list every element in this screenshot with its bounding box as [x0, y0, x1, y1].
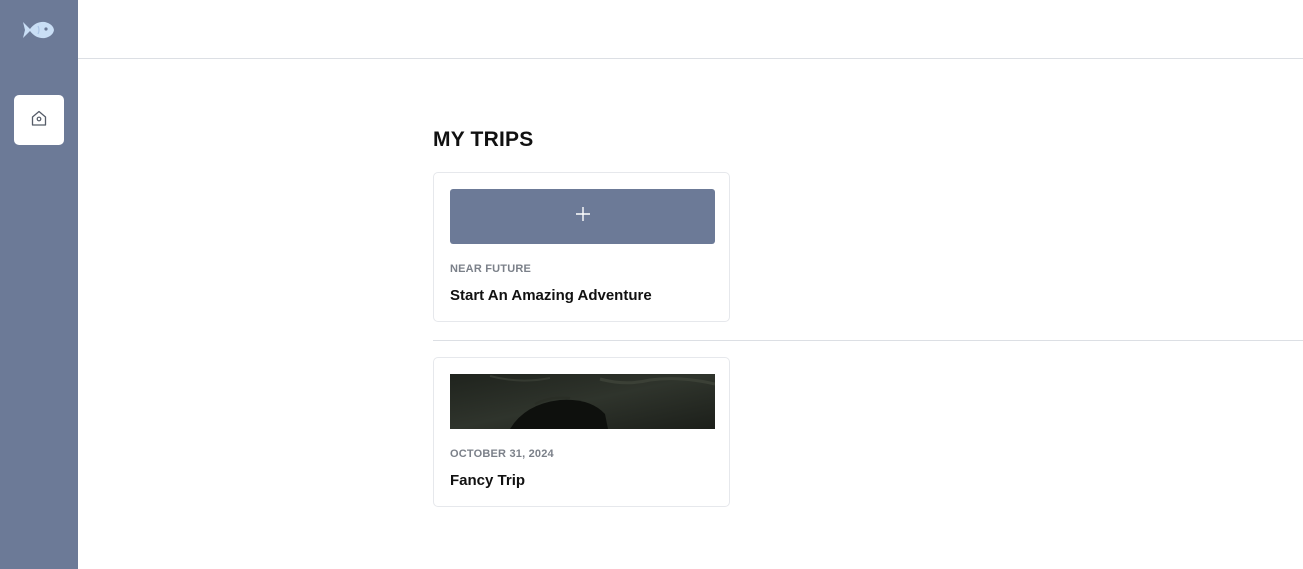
card-title: Fancy Trip: [450, 472, 526, 489]
page-title: MY TRIPS: [433, 128, 534, 151]
trip-cover-image: [450, 374, 715, 429]
home-nav-button[interactable]: [14, 95, 64, 145]
card-date: NEAR FUTURE: [450, 263, 532, 275]
add-trip-button[interactable]: [450, 189, 715, 244]
section-divider: [433, 340, 1303, 341]
fish-icon[interactable]: [21, 18, 55, 42]
top-bar: [78, 0, 1303, 59]
plus-icon: [574, 205, 592, 228]
card-date: OCTOBER 31, 2024: [450, 448, 554, 460]
home-icon: [30, 109, 48, 132]
card-title: Start An Amazing Adventure: [450, 287, 652, 304]
trip-card[interactable]: OCTOBER 31, 2024 Fancy Trip: [433, 357, 730, 507]
sidebar: [0, 0, 78, 569]
new-trip-card[interactable]: NEAR FUTURE Start An Amazing Adventure: [433, 172, 730, 322]
